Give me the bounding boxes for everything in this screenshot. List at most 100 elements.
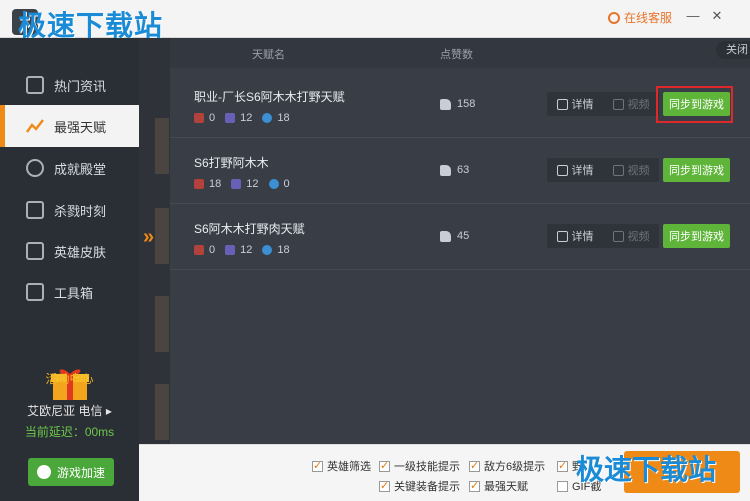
defense-icon [231, 179, 242, 189]
video-button[interactable]: 视频 [603, 158, 659, 182]
online-service-label: 在线客服 [624, 11, 673, 25]
close-button[interactable]: ✕ [710, 8, 724, 24]
option-key-item-tip[interactable]: 关键装备提示 [379, 478, 460, 494]
hero-thumbnail [155, 118, 169, 174]
app-window: 极速下载站 在线客服 — ✕ 热门资讯 最强天赋 成就殿堂 杀戮时刻 英雄皮肤 … [0, 0, 750, 501]
activity-center-label[interactable]: 活动中心 [0, 370, 139, 387]
search-doc-icon [556, 164, 568, 176]
like-count[interactable]: 63 [440, 164, 469, 176]
detail-label: 详情 [571, 99, 594, 111]
offense-points: 18 [209, 178, 222, 190]
checkbox[interactable] [379, 459, 390, 472]
option-enemy-level6-tip[interactable]: 敌方6级提示 [469, 458, 545, 474]
hero-thumbnail [155, 384, 169, 440]
defense-points: 12 [240, 112, 253, 124]
talent-row: S6阿木木打野肉天赋 0 12 18 45 详情 视频 同步到游戏 [170, 204, 750, 270]
option-label: 敌方6级提示 [484, 461, 546, 473]
defense-points: 12 [246, 178, 259, 190]
panel-close-button[interactable]: 关闭 [716, 41, 750, 59]
sidebar-item-label: 最强天赋 [54, 119, 107, 135]
toolbox-icon [26, 283, 44, 301]
option-level1-skill-tip[interactable]: 一级技能提示 [379, 458, 460, 474]
checkbox[interactable] [557, 459, 568, 472]
accelerate-icon [36, 465, 51, 479]
checkbox[interactable] [379, 479, 390, 492]
search-doc-icon [556, 98, 568, 110]
talent-stats: 0 12 18 [194, 112, 300, 124]
game-accelerate-button[interactable]: 游戏加速 [28, 458, 114, 486]
offense-icon [194, 245, 204, 255]
checkbox[interactable] [557, 480, 568, 492]
detail-video-group: 详情 视频 [547, 224, 659, 248]
option-label: 关键装备提示 [394, 481, 460, 493]
defense-icon [225, 113, 236, 123]
offense-icon [194, 179, 204, 189]
utility-icon [268, 179, 279, 189]
talent-row: S6打野阿木木 18 12 0 63 详情 视频 同步到游戏 [170, 138, 750, 204]
checkbox[interactable] [469, 479, 480, 492]
utility-points: 18 [277, 112, 290, 124]
sidebar-item-kill-moments[interactable]: 杀戮时刻 [0, 189, 139, 231]
offense-icon [194, 113, 204, 123]
detail-button[interactable]: 详情 [547, 92, 603, 116]
detail-label: 详情 [571, 231, 594, 243]
like-count[interactable]: 158 [440, 98, 475, 110]
option-label: 最强天赋 [484, 481, 528, 493]
caret-right-icon: ▸ [105, 404, 112, 418]
video-button[interactable]: 视频 [603, 224, 659, 248]
offense-points: 0 [209, 244, 216, 256]
trend-icon [26, 117, 44, 135]
sidebar: 热门资讯 最强天赋 成就殿堂 杀戮时刻 英雄皮肤 工具箱 活动中心 艾欧尼亚 电… [0, 38, 139, 501]
sidebar-item-skins[interactable]: 英雄皮肤 [0, 230, 139, 272]
sidebar-item-label: 英雄皮肤 [54, 244, 107, 260]
defense-points: 12 [240, 244, 253, 256]
sync-to-game-button[interactable]: 同步到游戏 [663, 158, 730, 182]
video-icon [612, 164, 624, 176]
column-header-name: 天赋名 [252, 49, 285, 61]
like-count-value: 45 [457, 230, 470, 242]
video-icon [612, 230, 624, 242]
video-label: 视频 [627, 231, 650, 243]
game-accelerate-label: 游戏加速 [56, 465, 105, 480]
server-selector[interactable]: 艾欧尼亚 电信 ▸ [0, 402, 139, 419]
defense-icon [225, 245, 236, 255]
panel-header: 天赋名 点赞数 关闭 [170, 38, 750, 68]
online-service-link[interactable]: 在线客服 [608, 9, 672, 26]
thumbs-up-icon [440, 98, 451, 110]
sidebar-item-label: 工具箱 [54, 285, 94, 301]
latency-label: 当前延迟：00ms [24, 425, 115, 439]
utility-icon [262, 245, 273, 255]
sidebar-item-label: 热门资讯 [54, 78, 107, 94]
detail-button[interactable]: 详情 [547, 158, 603, 182]
sync-to-game-button[interactable]: 同步到游戏 [663, 224, 730, 248]
like-count[interactable]: 45 [440, 230, 469, 242]
video-label: 视频 [627, 99, 650, 111]
search-doc-icon [556, 230, 568, 242]
utility-points: 18 [277, 244, 290, 256]
column-header-likes: 点赞数 [440, 49, 473, 61]
sidebar-item-label: 杀戮时刻 [54, 203, 107, 219]
hero-thumbnail [155, 208, 169, 264]
detail-video-group: 详情 视频 [547, 92, 659, 116]
talent-stats: 18 12 0 [194, 178, 300, 190]
sidebar-item-achievements[interactable]: 成就殿堂 [0, 147, 139, 189]
option-label: 一级技能提示 [394, 461, 460, 473]
sidebar-item-label: 成就殿堂 [54, 161, 107, 177]
server-label: 艾欧尼亚 电信 [27, 404, 103, 418]
option-strongest-talent[interactable]: 最强天赋 [469, 478, 528, 494]
sidebar-item-talents[interactable]: 最强天赋 [0, 105, 139, 147]
video-button[interactable]: 视频 [603, 92, 659, 116]
sidebar-item-toolbox[interactable]: 工具箱 [0, 271, 139, 313]
detail-label: 详情 [571, 165, 594, 177]
checkbox[interactable] [312, 459, 323, 472]
sidebar-item-news[interactable]: 热门资讯 [0, 64, 139, 106]
option-hero-filter[interactable]: 英雄筛选 [312, 458, 371, 474]
option-label: 英雄筛选 [327, 461, 371, 473]
hero-thumbnail [155, 296, 169, 352]
checkbox[interactable] [469, 459, 480, 472]
utility-points: 0 [283, 178, 290, 190]
collapse-chevron-icon[interactable]: » [143, 226, 154, 249]
sync-to-game-button[interactable]: 同步到游戏 [663, 92, 730, 116]
minimize-button[interactable]: — [686, 8, 700, 24]
detail-button[interactable]: 详情 [547, 224, 603, 248]
